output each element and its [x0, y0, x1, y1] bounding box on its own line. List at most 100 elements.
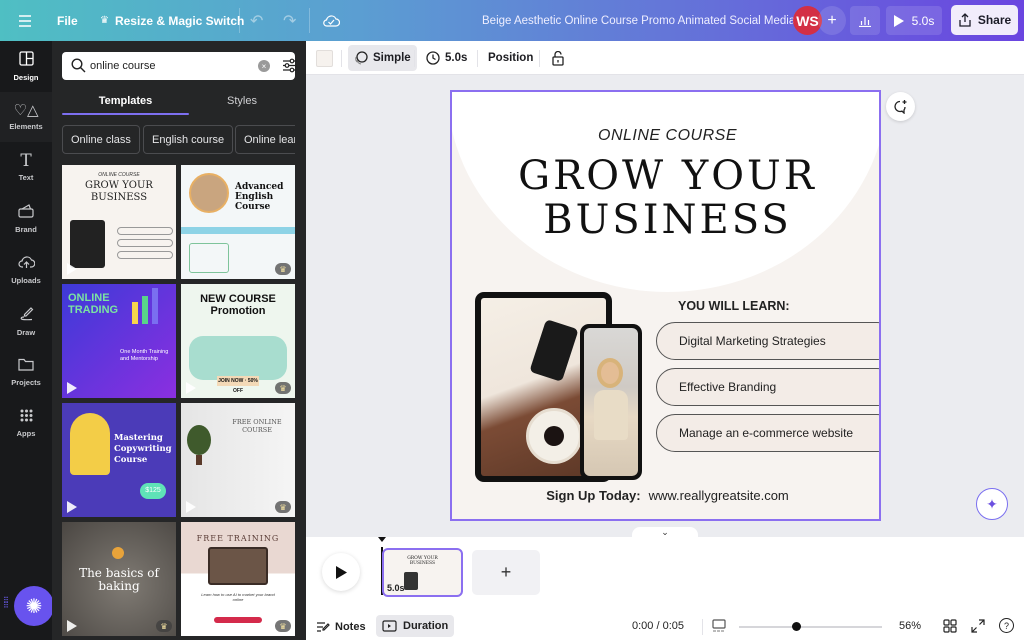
search-input[interactable] — [90, 57, 240, 75]
help-icon[interactable]: ? — [999, 618, 1014, 633]
text-icon: T — [20, 151, 32, 171]
rail-item-elements[interactable]: ♡△ Elements — [0, 92, 52, 142]
projects-icon — [18, 358, 34, 374]
redo-icon[interactable]: ↷ — [283, 0, 296, 41]
sparkle-icon: ✺ — [25, 595, 43, 618]
duration-toggle-button[interactable]: Duration — [376, 615, 455, 637]
zoom-slider-track[interactable] — [739, 626, 882, 628]
crown-icon: ♛ — [100, 15, 109, 26]
search-bar: × — [62, 52, 298, 80]
rail-item-projects[interactable]: Projects — [0, 347, 52, 397]
timeline-footer: Notes Duration 0:00 / 0:05 56% ? — [306, 614, 1024, 640]
signup-text[interactable]: Sign Up Today: www.reallygreatsite.com — [452, 488, 879, 503]
learn-item-label: Manage an e-commerce website — [679, 426, 854, 440]
tab-templates[interactable]: Templates — [62, 87, 189, 115]
chip-english-course[interactable]: English course — [143, 125, 234, 154]
chip-online-learning[interactable]: Online learning — [235, 125, 295, 154]
template-title: The basics of baking — [79, 566, 159, 593]
menu-icon[interactable] — [18, 0, 34, 41]
tab-styles[interactable]: Styles — [189, 87, 295, 115]
divider — [414, 50, 415, 67]
drag-handle-icon[interactable]: ⠿ ⠿ — [3, 597, 11, 610]
add-comment-icon[interactable] — [886, 92, 915, 121]
template-card[interactable]: Advanced English Course ♛ — [181, 165, 295, 279]
learn-heading[interactable]: YOU WILL LEARN: — [678, 299, 790, 313]
template-card[interactable]: Mastering Copywriting Course $125 — [62, 403, 176, 517]
page-view-icon[interactable] — [712, 619, 726, 638]
magic-assistant-button[interactable]: ✺ — [14, 586, 54, 626]
divider — [341, 50, 342, 67]
clear-search-icon[interactable]: × — [258, 60, 270, 72]
rail-item-draw[interactable]: Draw — [0, 296, 52, 346]
add-page-button[interactable]: + — [472, 550, 540, 595]
cloud-saved-icon[interactable] — [322, 0, 340, 41]
template-card[interactable]: NEW COURSE Promotion JOIN NOW · 50% OFF … — [181, 284, 295, 398]
design-icon — [18, 50, 34, 69]
rail-item-apps[interactable]: Apps — [0, 398, 52, 448]
divider — [539, 50, 540, 67]
divider — [309, 8, 310, 33]
position-button[interactable]: Position — [482, 45, 539, 71]
document-title[interactable]: Beige Aesthetic Online Course Promo Anim… — [482, 0, 795, 41]
timeline-play-button[interactable] — [322, 553, 360, 591]
duration-label: 5.0s — [445, 52, 468, 64]
clock-icon — [426, 51, 440, 65]
lock-icon[interactable] — [546, 45, 570, 71]
undo-icon[interactable]: ↶ — [250, 0, 263, 41]
timeline-panel: GROW YOUR BUSINESS 5.0s + Notes Duration … — [306, 537, 1024, 640]
rail-item-uploads[interactable]: Uploads — [0, 245, 52, 295]
zoom-slider-thumb[interactable] — [792, 622, 802, 631]
duration-button[interactable]: 5.0s — [420, 45, 473, 71]
fullscreen-icon[interactable] — [971, 619, 985, 638]
notes-label: Notes — [335, 621, 366, 633]
zoom-percent[interactable]: 56% — [899, 620, 921, 632]
magic-sparkle-icon[interactable]: ✦ — [976, 488, 1008, 520]
template-card[interactable]: The basics of baking ♛ — [62, 522, 176, 636]
side-rail: Design ♡△ Elements T Text Brand Uploads … — [0, 41, 52, 640]
animation-button[interactable]: Simple — [348, 45, 417, 71]
chevron-right-icon[interactable]: › — [276, 47, 281, 63]
rail-item-design[interactable]: Design — [0, 41, 52, 91]
duration-label: Duration — [403, 620, 449, 632]
rail-label: Design — [13, 72, 39, 82]
video-icon — [186, 382, 196, 394]
template-card[interactable]: FREE TRAINING Learn how to use AI to mar… — [181, 522, 295, 636]
apps-icon — [20, 409, 33, 425]
kicker-text[interactable]: ONLINE COURSE — [452, 127, 879, 145]
video-icon — [67, 263, 77, 275]
grid-view-icon[interactable] — [943, 619, 957, 638]
rail-item-brand[interactable]: Brand — [0, 194, 52, 244]
template-card[interactable]: ONLINE COURSE GROW YOUR BUSINESS — [62, 165, 176, 279]
add-collaborator-icon[interactable]: + — [818, 6, 846, 35]
video-icon — [67, 382, 77, 394]
learn-item[interactable]: Manage an e-commerce website — [656, 414, 879, 452]
background-color-swatch[interactable] — [316, 50, 333, 67]
learn-item[interactable]: Digital Marketing Strategies — [656, 322, 879, 360]
learn-item[interactable]: Effective Branding — [656, 368, 879, 406]
rail-item-text[interactable]: T Text — [0, 143, 52, 193]
scene-preview-text: GROW YOUR BUSINESS — [407, 556, 438, 566]
duration-icon — [382, 620, 397, 632]
resize-magic-switch-button[interactable]: ♛ Resize & Magic Switch — [100, 0, 244, 41]
headline-text[interactable]: GROW YOUR BUSINESS — [452, 154, 879, 242]
chip-online-class[interactable]: Online class — [62, 125, 140, 154]
template-title: NEW COURSE Promotion — [200, 293, 276, 317]
signup-url: www.reallygreatsite.com — [648, 488, 789, 503]
playhead-marker[interactable] — [378, 537, 386, 542]
template-card[interactable]: FREE ONLINE COURSE ♛ — [181, 403, 295, 517]
phone-mockup-image[interactable] — [580, 324, 642, 480]
editor-stage: ONLINE COURSE GROW YOUR BUSINESS YOU WIL… — [306, 75, 1024, 539]
play-preview-button[interactable]: 5.0s — [886, 6, 942, 35]
time-readout: 0:00 / 0:05 — [632, 620, 684, 632]
share-button[interactable]: Share — [951, 5, 1018, 35]
design-canvas[interactable]: ONLINE COURSE GROW YOUR BUSINESS YOU WIL… — [450, 90, 881, 521]
scene-thumbnail[interactable]: GROW YOUR BUSINESS 5.0s — [382, 548, 463, 597]
template-card[interactable]: ONLINE TRADING One Month Training and Me… — [62, 284, 176, 398]
active-tab-indicator — [62, 113, 189, 115]
rail-label: Brand — [15, 225, 37, 234]
pro-crown-icon: ♛ — [275, 620, 291, 632]
notes-button[interactable]: Notes — [316, 617, 366, 637]
file-menu-button[interactable]: File — [57, 0, 78, 41]
filter-icon[interactable] — [282, 58, 298, 73]
insights-icon[interactable] — [850, 6, 880, 35]
